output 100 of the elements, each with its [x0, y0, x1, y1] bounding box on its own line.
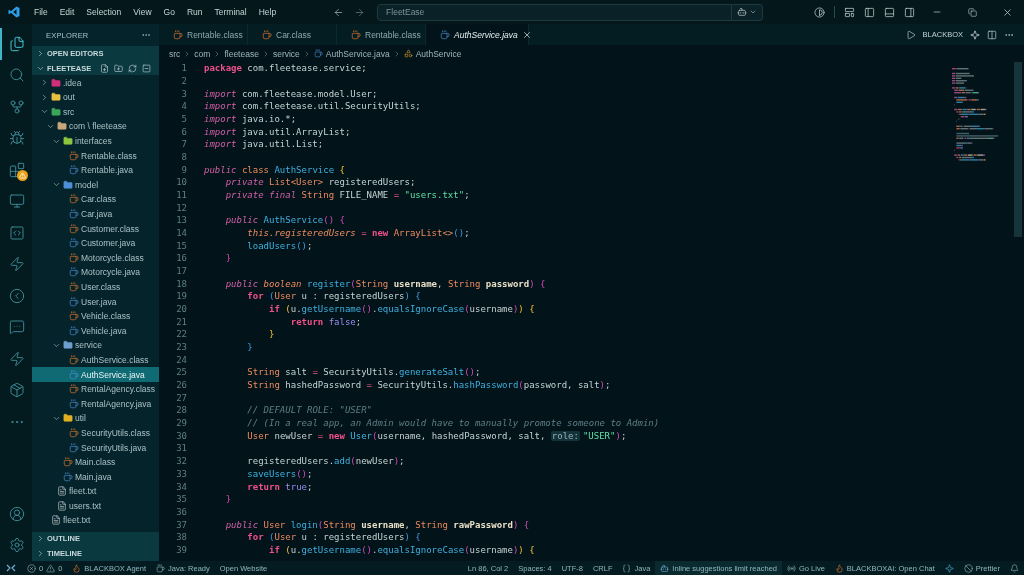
tree-item[interactable]: service: [32, 338, 159, 353]
scrollbar-thumb[interactable]: [1014, 62, 1022, 237]
tree-item[interactable]: util: [32, 411, 159, 426]
close-icon[interactable]: [1001, 6, 1013, 18]
close-icon[interactable]: [521, 29, 532, 40]
cup-icon: [313, 49, 323, 58]
layout-icon[interactable]: [844, 6, 855, 18]
remote-icon[interactable]: [6, 564, 16, 572]
menu-item[interactable]: File: [28, 7, 54, 17]
tree-item[interactable]: Vehicle.class: [32, 308, 159, 324]
sparkle-icon[interactable]: [944, 563, 954, 573]
tree-item[interactable]: users.txt: [32, 498, 159, 514]
tree-item[interactable]: User.class: [32, 279, 159, 295]
run-icon[interactable]: [905, 29, 916, 40]
forward-icon[interactable]: [354, 6, 366, 18]
tree-item[interactable]: fleet.txt: [32, 484, 159, 499]
breadcrumb-item[interactable]: src: [169, 48, 181, 59]
broadcast-icon: [787, 563, 796, 573]
tree-item[interactable]: Main.java: [32, 469, 159, 484]
tree-item[interactable]: SecurityUtils.java: [32, 440, 159, 455]
monitor-icon[interactable]: [9, 193, 25, 210]
code-line: for (User u : registeredUsers) {: [247, 532, 421, 543]
menu-item[interactable]: Selection: [80, 7, 128, 17]
panel-bottom-icon[interactable]: [884, 6, 895, 18]
tree-item[interactable]: Customer.java: [32, 235, 159, 251]
files-icon[interactable]: [9, 35, 25, 52]
tree-item[interactable]: AuthService.class: [32, 352, 159, 368]
tree-item[interactable]: Motorcycle.java: [32, 265, 159, 280]
lightning-icon[interactable]: [9, 256, 25, 273]
breadcrumb-item[interactable]: AuthService.java: [325, 48, 390, 59]
breadcrumb-item[interactable]: AuthService: [415, 48, 462, 59]
line-number: 26: [175, 380, 187, 391]
tree-item[interactable]: Rentable.class: [32, 148, 159, 163]
contrast-icon[interactable]: [814, 6, 825, 18]
tab[interactable]: AuthService.java: [426, 24, 529, 45]
code-line: public boolean register(String username, String password) {: [225, 278, 546, 289]
search-field[interactable]: FleetEase: [377, 3, 733, 21]
tree-item[interactable]: Main.class: [32, 454, 159, 470]
chat-icon[interactable]: [9, 319, 25, 336]
split-icon[interactable]: [987, 29, 997, 40]
menu-item[interactable]: Terminal: [208, 7, 253, 17]
cup-icon: [440, 29, 450, 40]
panel-right-icon[interactable]: [904, 6, 915, 18]
line-number: 4: [180, 101, 187, 112]
line-number: 39: [175, 544, 187, 555]
settings-icon[interactable]: [9, 537, 25, 554]
restore-icon[interactable]: [967, 7, 977, 17]
tree-item[interactable]: RentalAgency.java: [32, 396, 159, 412]
braces-icon: [622, 563, 632, 573]
branch-icon[interactable]: [9, 98, 25, 115]
tree-item[interactable]: fleet.txt: [32, 513, 159, 528]
back-icon[interactable]: [333, 6, 345, 18]
tree-item[interactable]: Motorcycle.class: [32, 250, 159, 266]
refresh-icon[interactable]: [128, 63, 137, 73]
line-number: 35: [175, 494, 187, 505]
new-file-icon[interactable]: [100, 63, 109, 73]
code-line: // (In a real app, an Admin would have to manually promote someone to Admin): [247, 418, 660, 429]
tree-item[interactable]: out: [32, 89, 159, 105]
tree-item[interactable]: Vehicle.java: [32, 323, 159, 339]
tree-item[interactable]: Car.java: [32, 206, 159, 222]
box-icon[interactable]: [9, 382, 25, 399]
tree-item[interactable]: interfaces: [32, 133, 159, 149]
line-number: 7: [180, 139, 187, 150]
menu-item[interactable]: Go: [157, 7, 181, 17]
account-icon[interactable]: [9, 505, 25, 522]
chevron-icon[interactable]: [749, 8, 758, 16]
tree-item[interactable]: com \ fleetease: [32, 119, 159, 134]
breadcrumb-item[interactable]: service: [272, 48, 300, 59]
lightning-icon[interactable]: [9, 350, 25, 367]
bot-icon[interactable]: [737, 7, 748, 17]
breadcrumb-item[interactable]: com: [194, 48, 211, 59]
collapse-icon[interactable]: [142, 63, 151, 73]
tree-item[interactable]: src: [32, 104, 159, 120]
tree-item[interactable]: Car.class: [32, 192, 159, 207]
panel-left-icon[interactable]: [864, 6, 875, 18]
tree-item[interactable]: Rentable.java: [32, 162, 159, 178]
tree-item[interactable]: RentalAgency.class: [32, 381, 159, 397]
menu-item[interactable]: Help: [252, 7, 283, 17]
new-folder-icon[interactable]: [114, 63, 123, 73]
code-line: if (u.getUsername().equalsIgnoreCase(username)) {: [269, 544, 535, 555]
search-icon[interactable]: [9, 67, 25, 84]
error-icon: [27, 563, 36, 573]
menu-item[interactable]: Edit: [53, 7, 81, 17]
line-number: 16: [175, 253, 187, 264]
code-square-icon[interactable]: [9, 224, 25, 241]
tree-item[interactable]: .idea: [32, 75, 159, 90]
line-number: 15: [175, 240, 187, 251]
cup-icon: [69, 369, 79, 380]
tree-item[interactable]: model: [32, 177, 159, 193]
line-number: 24: [175, 354, 187, 365]
breadcrumb-item[interactable]: fleetease: [224, 48, 259, 59]
blocks-icon[interactable]: [9, 161, 25, 178]
menu-item[interactable]: View: [127, 7, 158, 17]
tree-item[interactable]: User.java: [32, 294, 159, 309]
bug-icon[interactable]: [9, 130, 25, 147]
tree-item[interactable]: SecurityUtils.class: [32, 425, 159, 441]
tree-item[interactable]: Customer.class: [32, 221, 159, 236]
menu-item[interactable]: Run: [180, 7, 209, 17]
tree-item[interactable]: AuthService.java: [32, 367, 159, 382]
bell-icon[interactable]: [1010, 563, 1019, 573]
